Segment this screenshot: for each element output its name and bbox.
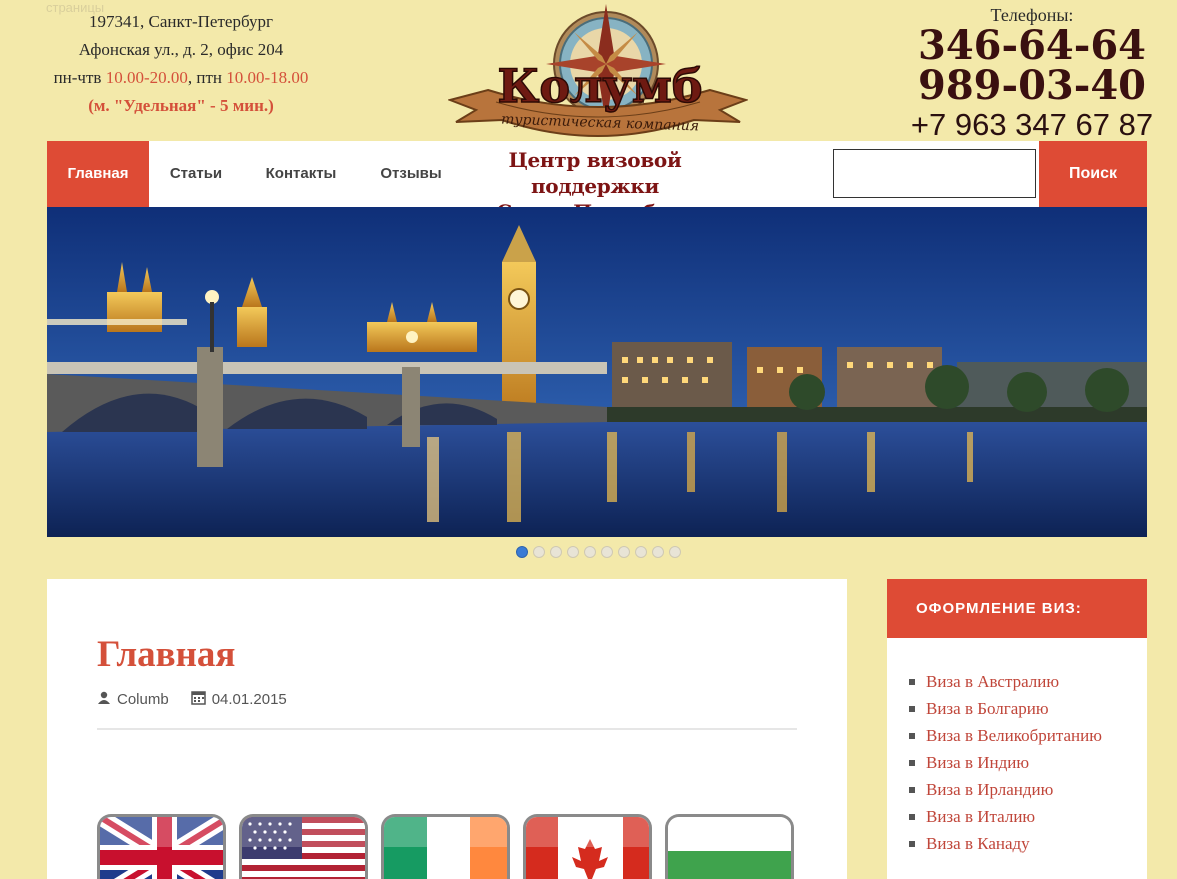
hero-slider[interactable] [47, 207, 1147, 537]
search-button[interactable]: Поиск [1039, 141, 1147, 207]
slider-dot[interactable] [669, 546, 681, 558]
slider-dot[interactable] [618, 546, 630, 558]
company-address: 197341, Санкт-Петербург Афонская ул., д.… [40, 8, 322, 120]
visa-link-canada[interactable]: Виза в Канаду [909, 830, 1119, 857]
address-line-2: Афонская ул., д. 2, офис 204 [78, 40, 284, 59]
slider-dot[interactable] [652, 546, 664, 558]
slider-dot[interactable] [533, 546, 545, 558]
visa-link-australia[interactable]: Виза в Австралию [909, 668, 1119, 695]
address-line-1: 197341, Санкт-Петербург [89, 12, 273, 31]
visa-sidebar: Виза в Австралию Виза в Болгарию Виза в … [887, 638, 1147, 879]
search-input[interactable] [833, 149, 1036, 198]
bulgaria-flag-icon[interactable] [665, 814, 794, 879]
main-content: Главная Columb 04.01.2015 [47, 579, 847, 879]
calendar-icon [190, 690, 206, 709]
london-night-image [47, 207, 1147, 537]
nav-item-reviews[interactable]: Отзывы [371, 141, 451, 207]
phone-number-2[interactable]: 989-03-40 [905, 66, 1159, 106]
slider-dot[interactable] [567, 546, 579, 558]
slider-dot[interactable] [516, 546, 528, 558]
slider-pagination [516, 546, 681, 560]
uk-flag-icon[interactable] [97, 814, 226, 879]
nav-item-home[interactable]: Главная [47, 141, 149, 207]
slider-dot[interactable] [601, 546, 613, 558]
opening-hours: пн-чтв 10.00-20.00, птн 10.00-18.00 [40, 64, 322, 92]
page-title: Главная [97, 634, 236, 675]
phone-block: Телефоны: 346-64-64 989-03-40 +7 963 347… [905, 4, 1159, 144]
main-navbar: Главная Статьи Контакты Отзывы Центр виз… [47, 141, 1147, 224]
nav-item-articles[interactable]: Статьи [159, 141, 233, 207]
visa-link-bulgaria[interactable]: Виза в Болгарию [909, 695, 1119, 722]
phone-number-1[interactable]: 346-64-64 [905, 26, 1159, 66]
ireland-flag-icon[interactable] [381, 814, 510, 879]
nav-item-contacts[interactable]: Контакты [251, 141, 351, 207]
visa-link-uk[interactable]: Виза в Великобританию [909, 722, 1119, 749]
hours-mid: , птн [187, 68, 227, 87]
visa-list: Виза в Австралию Виза в Болгарию Виза в … [909, 668, 1119, 857]
usa-flag-icon[interactable] [239, 814, 368, 879]
phone-number-3[interactable]: +7 963 347 67 87 [905, 106, 1159, 144]
sidebar-heading: ОФОРМЛЕНИЕ ВИЗ: [887, 579, 1147, 638]
canada-flag-icon[interactable] [523, 814, 652, 879]
user-icon [97, 691, 111, 709]
article-meta: Columb 04.01.2015 [97, 690, 287, 709]
article-author[interactable]: Columb [117, 691, 169, 708]
metro-info: (м. "Удельная" - 5 мин.) [88, 96, 274, 115]
company-logo[interactable]: туристическая компания Колумб [446, 2, 750, 140]
hours-weekday: 10.00-20.00 [105, 68, 188, 87]
visa-link-india[interactable]: Виза в Индию [909, 749, 1119, 776]
slider-dot[interactable] [550, 546, 562, 558]
visa-link-italy[interactable]: Виза в Италию [909, 803, 1119, 830]
slider-dot[interactable] [635, 546, 647, 558]
article-date: 04.01.2015 [211, 691, 287, 708]
visa-center-title-line-1: Центр визовой поддержки [508, 148, 682, 198]
logo-wordmark: Колумб [497, 59, 702, 113]
title-divider [97, 728, 797, 730]
country-flags [97, 814, 794, 879]
hours-friday: 10.00-18.00 [226, 68, 309, 87]
slider-dot[interactable] [584, 546, 596, 558]
hours-prefix: пн-чтв [53, 68, 106, 87]
visa-link-ireland[interactable]: Виза в Ирландию [909, 776, 1119, 803]
